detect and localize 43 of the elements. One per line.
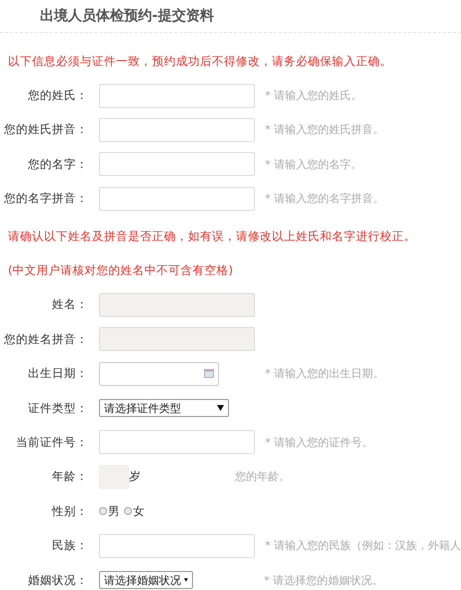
field-label: 婚姻状况： — [27, 572, 89, 588]
field-label: 民族： — [51, 538, 89, 554]
radio-option[interactable]: 女 — [124, 504, 145, 519]
hint-text: * 请输入您的名字拼音。 — [265, 191, 384, 206]
dropdown[interactable]: 请选择证件类型 — [99, 399, 229, 418]
text-field[interactable] — [99, 534, 255, 558]
radio-option[interactable]: 男 — [99, 504, 120, 519]
hint-text: * 请输入您的证件号。 — [265, 434, 373, 450]
field-label: 您的姓氏拼音： — [3, 122, 89, 138]
field-label: 年龄： — [51, 469, 89, 484]
readonly-field[interactable] — [99, 292, 255, 317]
page-title: 出境人员体检预约-提交资料 — [40, 7, 214, 25]
notice-text: 请确认以下姓名及拼音是否正确，如有误，请修改以上姓氏和名字进行校正。 — [7, 228, 416, 244]
notice-text: (中文用户请核对您的姓名中不可含有空格) — [7, 263, 233, 278]
field-label: 当前证件号： — [15, 434, 89, 450]
caret-icon — [217, 405, 224, 412]
dropdown[interactable]: 请选择婚姻状况 — [99, 571, 193, 590]
date-field[interactable] — [99, 362, 219, 386]
text-field[interactable] — [99, 118, 255, 142]
hint-text: 您的年龄。 — [235, 469, 290, 484]
text-field[interactable] — [99, 430, 255, 454]
field-label: 证件类型： — [27, 400, 89, 416]
field-label: 您的姓名拼音： — [3, 332, 89, 347]
text-field[interactable] — [99, 84, 255, 108]
unit-text: 岁 — [129, 469, 142, 484]
hint-text: * 请选择您的婚姻状况。 — [264, 572, 383, 588]
text-field[interactable] — [99, 152, 255, 176]
caret-icon — [184, 577, 188, 584]
field-label: 姓名： — [51, 297, 89, 312]
hint-text: * 请输入您的姓氏。 — [265, 88, 362, 104]
field-label: 您的姓氏： — [27, 88, 89, 104]
text-field[interactable] — [99, 186, 255, 211]
readonly-field[interactable] — [99, 327, 255, 352]
hint-text: * 请输入您的名字。 — [265, 156, 362, 172]
field-label: 出生日期： — [27, 366, 89, 382]
calendar-icon[interactable] — [204, 369, 214, 378]
notice-text: 以下信息必须与证件一致，预约成功后不得修改，请务必确保输入正确。 — [7, 54, 392, 69]
hint-text: * 请输入您的姓氏拼音。 — [265, 122, 384, 138]
hint-text: * 请输入您的民族（例如：汉族，外籍人 — [265, 538, 461, 554]
field-label: 性别： — [50, 504, 89, 519]
field-label: 您的名字拼音： — [3, 191, 89, 206]
hint-text: * 请输入您的出生日期。 — [265, 366, 384, 382]
field-label: 您的名字： — [27, 156, 89, 172]
